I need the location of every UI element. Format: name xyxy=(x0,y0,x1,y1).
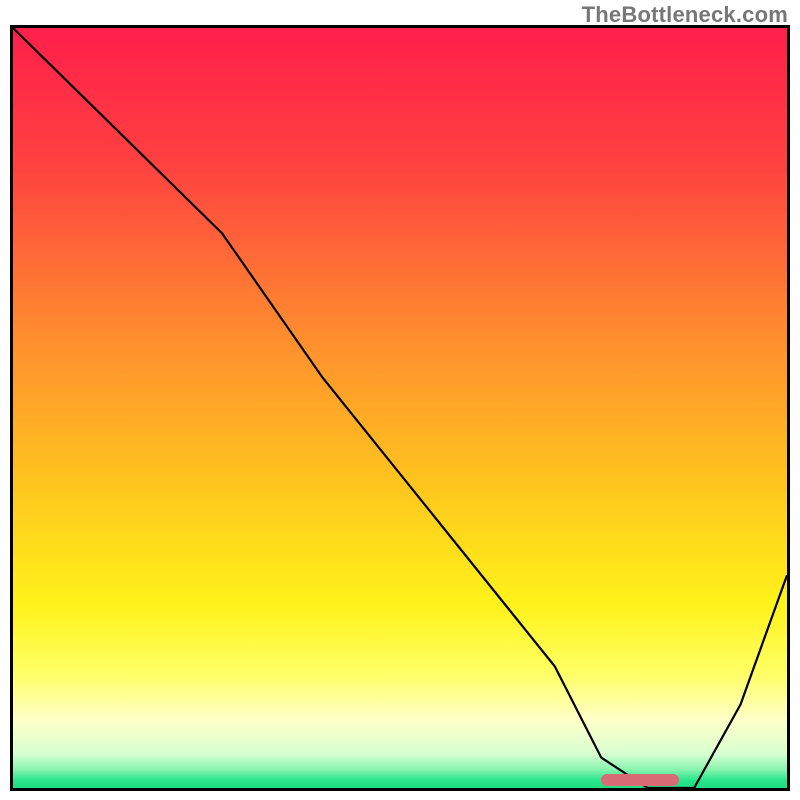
optimal-range-marker xyxy=(601,774,678,786)
bottleneck-curve xyxy=(13,28,787,788)
chart-plot-area xyxy=(10,25,790,791)
